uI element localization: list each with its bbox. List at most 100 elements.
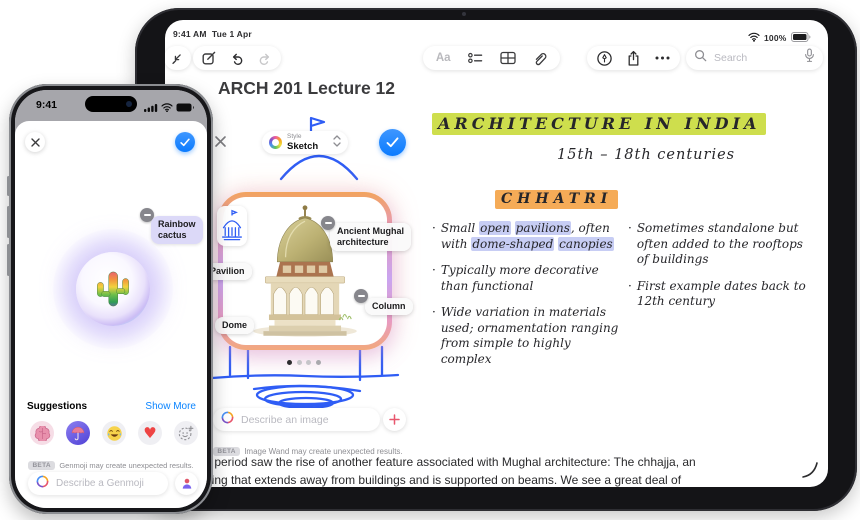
suggestion-brain-emoji[interactable] [30, 421, 54, 445]
style-picker[interactable]: Style Sketch [262, 131, 348, 154]
table-icon[interactable] [496, 46, 520, 70]
handwritten-heading: ARCHITECTURE IN INDIA [432, 113, 767, 135]
note-body-line2: ning that extends away from buildings an… [205, 473, 682, 487]
bullet-text: Small open pavilions, often with dome-sh… [440, 221, 614, 251]
image-wand-beta-note: BETA Image Wand may create unexpected re… [205, 441, 411, 459]
dynamic-island [85, 96, 137, 112]
ipad-device: 9:41 AM Tue 1 Apr 100% Aa Search ARCH 20… [135, 8, 857, 511]
ipad-time: 9:41 AM [173, 29, 207, 39]
bullet-marker: · [432, 221, 436, 235]
describe-genmoji-field[interactable] [28, 472, 168, 495]
bullet-text: Typically more decorative than functiona… [440, 263, 599, 293]
search-field[interactable] [686, 46, 823, 70]
chevron-updown-icon [333, 134, 341, 152]
cellular-icon [144, 99, 158, 117]
beta-badge: BETA [213, 447, 240, 456]
screenshot-stage: 9:41 AM Tue 1 Apr 100% Aa Search ARCH 20… [0, 0, 860, 520]
handwritten-bullet: · First example dates back to 12th centur… [628, 279, 814, 310]
describe-image-field[interactable] [213, 408, 380, 431]
ipad-status-right: 100% [748, 29, 811, 47]
ipad-screen: 9:41 AM Tue 1 Apr 100% Aa Search ARCH 20… [165, 20, 828, 487]
beta-badge: BETA [28, 461, 55, 470]
bullet-text: Sometimes standalone but often added to … [636, 221, 803, 266]
handwritten-bullet: · Small open pavilions, often with dome-s… [432, 221, 624, 252]
beta-text: Image Wand may create unexpected results… [244, 447, 403, 456]
phone-volume-down-button [7, 244, 10, 276]
image-pagination-dots[interactable] [287, 360, 321, 365]
toolbar-collapse-pill [165, 46, 191, 70]
corner-curl-icon[interactable] [801, 460, 821, 485]
bullet-text: Wide variation in materials used; orname… [440, 305, 619, 366]
genmoji-bubble[interactable] [76, 252, 150, 326]
bullet-text: First example dates back to 12th century [636, 278, 806, 309]
handwritten-subheading: 15th – 18th centuries [557, 147, 736, 163]
collapse-toolbar-icon[interactable] [166, 46, 190, 70]
ipad-date: Tue 1 Apr [211, 29, 252, 39]
attachment-icon[interactable] [528, 46, 552, 70]
genmoji-beta-note: BETA Genmoji may create unexpected resul… [15, 455, 207, 473]
compose-icon[interactable] [197, 46, 221, 70]
add-image-button[interactable] [383, 408, 406, 431]
beta-text: Genmoji may create unexpected results. [59, 461, 194, 470]
share-icon[interactable] [622, 46, 646, 70]
suggestion-umbrella-emoji[interactable] [66, 421, 90, 445]
genmoji-label[interactable]: Rainbow cactus [151, 216, 203, 244]
mic-icon[interactable] [804, 48, 815, 68]
markup-icon[interactable] [592, 46, 616, 70]
bullet-marker: · [432, 263, 436, 277]
remove-label-column-button[interactable] [354, 289, 368, 303]
front-camera [126, 101, 132, 107]
more-icon[interactable] [651, 46, 675, 70]
suggestion-laughing-emoji[interactable] [102, 421, 126, 445]
person-genmoji-button[interactable] [175, 472, 198, 495]
bullet-marker: · [432, 305, 436, 319]
wifi-icon [748, 29, 760, 47]
describe-genmoji-input[interactable] [54, 477, 160, 490]
suggestion-new-genmoji-icon[interactable] [174, 421, 198, 445]
apple-intelligence-icon [221, 411, 234, 429]
style-value: Sketch [287, 140, 319, 152]
phone-time: 9:41 [36, 99, 58, 111]
rainbow-cactus-emoji [97, 271, 129, 307]
toolbar-actions-pill [587, 46, 680, 70]
close-genmoji-button[interactable] [25, 132, 45, 152]
handwritten-section-title: CHHATRI [495, 190, 619, 209]
notes-column-left: · Small open pavilions, often with dome-s… [432, 221, 624, 378]
bullet-marker: · [628, 278, 632, 293]
apple-intelligence-icon [36, 475, 49, 493]
handwritten-bullet: · Typically more decorative than function… [432, 263, 624, 294]
phone-status-icons [144, 99, 195, 117]
show-more-link[interactable]: Show More [145, 401, 196, 412]
genmoji-sheet: Rainbow cactus Suggestions Show More ♥ B… [15, 121, 207, 508]
notes-column-right: · Sometimes standalone but often added to… [628, 221, 814, 321]
label-main[interactable]: Ancient Mughal architecture [330, 223, 411, 251]
remove-label-main-button[interactable] [321, 216, 335, 230]
suggestion-row: ♥ [30, 421, 198, 445]
text-style-button[interactable]: Aa [431, 46, 455, 70]
accept-genmoji-button[interactable] [175, 132, 195, 152]
battery-icon [176, 99, 195, 117]
search-input[interactable] [712, 51, 799, 65]
battery-percent: 100% [764, 33, 787, 43]
sketch-thumbnail[interactable] [217, 206, 247, 246]
handwritten-bullet: · Sometimes standalone but often added to… [628, 221, 814, 268]
ipad-camera [462, 12, 466, 16]
describe-image-input[interactable] [239, 412, 372, 427]
search-icon [694, 49, 707, 67]
close-image-wand-icon[interactable] [214, 135, 227, 153]
label-dome[interactable]: Dome [215, 317, 255, 334]
battery-icon [790, 29, 811, 47]
checklist-icon[interactable] [463, 46, 487, 70]
toolbar-edit-pill [193, 46, 281, 70]
wifi-icon [161, 99, 173, 117]
toolbar-format-pill: Aa [423, 46, 560, 70]
label-column[interactable]: Column [365, 298, 413, 315]
suggestion-heart-emoji[interactable]: ♥ [138, 421, 162, 445]
iphone-screen: 9:41 Rainbow cactus Suggestions Show Mor… [15, 90, 207, 508]
style-ring-icon [269, 136, 282, 149]
bullet-marker: · [628, 221, 632, 235]
undo-icon[interactable] [225, 46, 249, 70]
accept-image-button[interactable] [379, 129, 406, 156]
redo-icon[interactable] [253, 46, 277, 70]
handwritten-bullet: · Wide variation in materials used; ornam… [432, 305, 624, 367]
